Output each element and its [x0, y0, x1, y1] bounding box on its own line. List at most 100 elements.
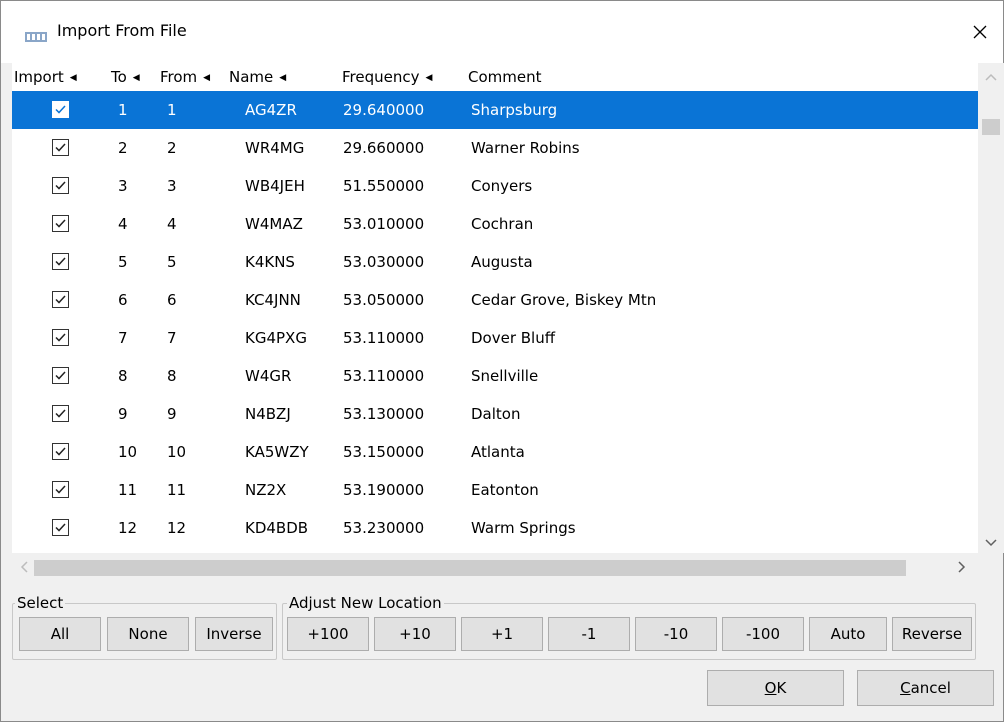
from-cell: 2 [167, 139, 177, 157]
sort-arrow-icon: ◀ [69, 73, 77, 83]
from-cell: 11 [167, 481, 187, 499]
name-cell: WB4JEH [245, 177, 305, 195]
to-cell: 2 [118, 139, 128, 157]
frequency-cell: 53.030000 [343, 253, 425, 271]
to-cell: 3 [118, 177, 128, 195]
from-cell: 3 [167, 177, 177, 195]
comment-cell: Eatonton [471, 481, 539, 499]
table-row[interactable]: 9 9 N4BZJ 53.130000 Dalton [12, 395, 978, 433]
adjust-plus-100-button[interactable]: +100 [287, 617, 369, 651]
comment-cell: Cedar Grove, Biskey Mtn [471, 291, 657, 309]
from-cell: 1 [167, 101, 177, 119]
comment-cell: Augusta [471, 253, 533, 271]
import-checkbox[interactable] [52, 177, 69, 194]
frequency-cell: 53.130000 [343, 405, 425, 423]
from-cell: 9 [167, 405, 177, 423]
table-row[interactable]: 1 1 AG4ZR 29.640000 Sharpsburg [12, 91, 978, 129]
from-cell: 12 [167, 519, 187, 537]
sort-arrow-icon: ◀ [203, 73, 211, 83]
frequency-cell: 29.640000 [343, 101, 425, 119]
to-cell: 8 [118, 367, 128, 385]
table-row[interactable]: 3 3 WB4JEH 51.550000 Conyers [12, 167, 978, 205]
scroll-left-button[interactable] [14, 554, 34, 580]
adjust-plus-1-button[interactable]: +1 [461, 617, 543, 651]
table-row[interactable]: 7 7 KG4PXG 53.110000 Dover Bluff [12, 319, 978, 357]
name-cell: AG4ZR [245, 101, 297, 119]
import-checkbox[interactable] [52, 329, 69, 346]
table-row[interactable]: 5 5 K4KNS 53.030000 Augusta [12, 243, 978, 281]
frequency-cell: 53.050000 [343, 291, 425, 309]
vertical-scroll-thumb[interactable] [982, 119, 1000, 135]
column-header-frequency[interactable]: Frequency ◀ [342, 63, 432, 91]
ok-button[interactable]: OK [707, 670, 844, 706]
column-header-from[interactable]: From ◀ [160, 63, 210, 91]
scroll-up-button[interactable] [978, 67, 1004, 87]
checkmark-icon [55, 219, 66, 228]
column-header-comment[interactable]: Comment [468, 63, 542, 91]
import-checkbox[interactable] [52, 405, 69, 422]
sort-arrow-icon: ◀ [132, 73, 140, 83]
select-inverse-button[interactable]: Inverse [195, 617, 273, 651]
from-cell: 4 [167, 215, 177, 233]
column-header-label: Comment [468, 68, 542, 86]
scroll-right-button[interactable] [952, 554, 972, 580]
import-checkbox[interactable] [52, 443, 69, 460]
scroll-down-button[interactable] [978, 533, 1004, 553]
chevron-up-icon [985, 73, 997, 81]
adjust-plus-10-button[interactable]: +10 [374, 617, 456, 651]
column-header-to[interactable]: To ◀ [111, 63, 140, 91]
channel-grid[interactable]: Import ◀ To ◀ From ◀ Name ◀ Frequency ◀ Comment 11… [12, 63, 978, 553]
import-checkbox[interactable] [52, 253, 69, 270]
adjust-auto-button[interactable]: Auto [809, 617, 887, 651]
column-header-name[interactable]: Name ◀ [229, 63, 286, 91]
name-cell: WR4MG [245, 139, 305, 157]
column-header-label: Name [229, 68, 274, 86]
horizontal-scroll-thumb[interactable] [34, 560, 906, 576]
column-header-label: To [111, 68, 127, 86]
name-cell: KG4PXG [245, 329, 307, 347]
frequency-cell: 53.230000 [343, 519, 425, 537]
to-cell: 6 [118, 291, 128, 309]
import-checkbox[interactable] [52, 367, 69, 384]
table-row[interactable]: 8 8 W4GR 53.110000 Snellville [12, 357, 978, 395]
column-header-label: From [160, 68, 198, 86]
select-all-button[interactable]: All [19, 617, 101, 651]
horizontal-scrollbar[interactable] [12, 554, 978, 580]
adjust-reverse-button[interactable]: Reverse [892, 617, 972, 651]
from-cell: 8 [167, 367, 177, 385]
adjust-minus-100-button[interactable]: -100 [722, 617, 804, 651]
import-checkbox[interactable] [52, 139, 69, 156]
column-header-import[interactable]: Import ◀ [14, 63, 77, 91]
checkmark-icon [55, 333, 66, 342]
import-checkbox[interactable] [52, 519, 69, 536]
column-header-label: Import [14, 68, 64, 86]
name-cell: NZ2X [245, 481, 287, 499]
vertical-scrollbar[interactable] [978, 63, 1004, 553]
import-checkbox[interactable] [52, 291, 69, 308]
to-cell: 12 [118, 519, 138, 537]
table-row[interactable]: 2 2 WR4MG 29.660000 Warner Robins [12, 129, 978, 167]
name-cell: KA5WZY [245, 443, 309, 461]
adjust-minus-10-button[interactable]: -10 [635, 617, 717, 651]
close-button[interactable] [957, 1, 1003, 63]
to-cell: 5 [118, 253, 128, 271]
name-cell: KD4BDB [245, 519, 309, 537]
to-cell: 7 [118, 329, 128, 347]
table-row[interactable]: 10 10 KA5WZY 53.150000 Atlanta [12, 433, 978, 471]
close-icon [973, 25, 987, 39]
table-row[interactable]: 12 12 KD4BDB 53.230000 Warm Springs [12, 509, 978, 547]
to-cell: 4 [118, 215, 128, 233]
import-checkbox[interactable] [52, 101, 69, 118]
cancel-button[interactable]: Cancel [857, 670, 994, 706]
select-none-button[interactable]: None [107, 617, 189, 651]
table-row[interactable]: 4 4 W4MAZ 53.010000 Cochran [12, 205, 978, 243]
table-row[interactable]: 11 11 NZ2X 53.190000 Eatonton [12, 471, 978, 509]
adjust-minus-1-button[interactable]: -1 [548, 617, 630, 651]
sort-arrow-icon: ◀ [425, 73, 433, 83]
import-checkbox[interactable] [52, 215, 69, 232]
table-row[interactable]: 6 6 KC4JNN 53.050000 Cedar Grove, Biskey Mtn [12, 281, 978, 319]
cancel-label-rest: ancel [910, 679, 951, 697]
comment-cell: Atlanta [471, 443, 525, 461]
frequency-cell: 53.010000 [343, 215, 425, 233]
import-checkbox[interactable] [52, 481, 69, 498]
